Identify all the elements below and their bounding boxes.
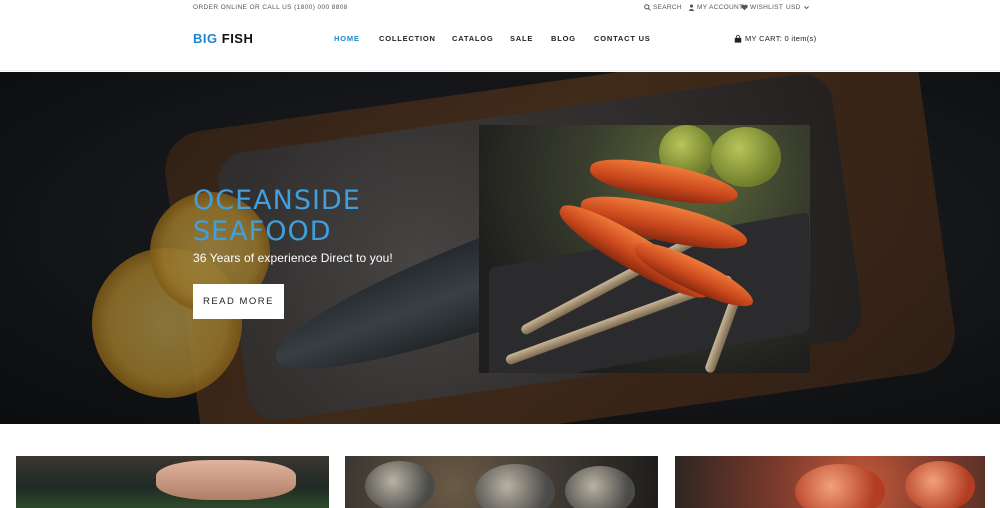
nav-blog[interactable]: BLOG [551,34,576,43]
account-label: MY ACCOUNT [697,4,744,11]
card-clam [475,464,555,508]
card-clam [565,466,635,508]
chevron-down-icon [803,6,809,10]
wishlist-link[interactable]: WISHLIST [741,4,783,11]
feature-card-image[interactable] [16,456,329,508]
hero-title: OCEANSIDE SEAFOOD [193,185,361,247]
hero-subtitle: 36 Years of experience Direct to you! [193,251,393,265]
search-label: SEARCH [653,4,682,11]
hero-shrimp-image [479,125,810,373]
top-utility-bar: ORDER ONLINE OR CALL US (1800) 000 8808 … [0,0,1000,17]
nav-home[interactable]: HOME [334,34,360,43]
logo-part-big: BIG [193,31,218,46]
my-account-link[interactable]: MY ACCOUNT [688,4,743,11]
logo[interactable]: BIG FISH [193,31,253,46]
site-header: BIG FISH HOME COLLECTION CATALOG SALE BL… [0,17,1000,71]
logo-part-fish: FISH [221,31,254,46]
card-clam [365,461,435,508]
cart-link[interactable]: MY CART: 0 item(s) [734,34,816,43]
feature-card-image[interactable] [675,456,985,508]
search-icon [644,4,651,11]
bag-icon [734,34,742,43]
heart-icon [741,4,748,11]
hero-title-line1: OCEANSIDE [193,185,361,216]
search-link[interactable]: SEARCH [644,4,682,11]
nav-sale[interactable]: SALE [510,34,533,43]
user-icon [688,4,695,11]
cart-label: MY CART: 0 item(s) [745,34,817,43]
currency-selector[interactable]: USD [786,4,810,11]
nav-collection[interactable]: COLLECTION [379,34,436,43]
nav-catalog[interactable]: CATALOG [452,34,494,43]
hero-title-line2: SEAFOOD [193,216,332,247]
promo-text: ORDER ONLINE OR CALL US (1800) 000 8808 [193,4,348,11]
card-crab [905,461,975,508]
nav-contact-us[interactable]: CONTACT US [594,34,651,43]
photo-garnish [711,127,781,187]
feature-card-image[interactable] [345,456,658,508]
hero-banner: OCEANSIDE SEAFOOD 36 Years of experience… [0,72,1000,424]
read-more-button[interactable]: READ MORE [193,284,284,319]
card-hand [156,460,296,500]
card-crab [795,464,885,508]
wishlist-label: WISHLIST [750,4,784,11]
currency-label: USD [786,4,801,11]
